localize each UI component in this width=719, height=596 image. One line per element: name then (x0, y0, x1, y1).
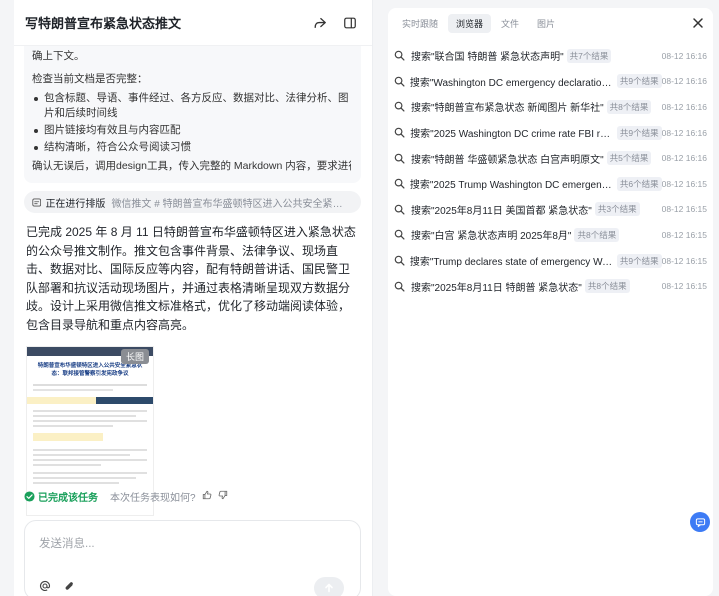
search-query: 搜索"特朗普 华盛顿紧急状态 白宫声明原文" (411, 154, 604, 166)
search-icon (394, 127, 407, 138)
search-query: 搜索"2025年8月11日 特朗普 紧急状态" (411, 282, 582, 294)
search-icon (394, 76, 407, 87)
tab-browser[interactable]: 浏览器 (448, 13, 492, 33)
timestamp: 08-12 16:15 (661, 255, 707, 266)
share-icon[interactable] (310, 13, 330, 33)
message-placeholder: 发送消息... (39, 538, 95, 550)
search-result-item[interactable]: 搜索"2025 Trump Washington DC emergency d.… (388, 171, 713, 197)
task-done-label: 已完成该任务 (38, 493, 98, 504)
task-status-row: 已完成该任务 本次任务表现如何? (24, 489, 228, 504)
result-count-badge: 共3个结果 (594, 202, 640, 217)
search-icon (394, 281, 408, 292)
thinking-text: 确认无误后，调用design工具，传入完整的 Markdown 内容，要求进行公… (32, 160, 351, 172)
result-count-badge: 共8个结果 (574, 227, 620, 242)
chat-header: 写特朗普宣布紧急状态推文 (14, 0, 372, 46)
search-history-list: 搜索"联合国 特朗普 紧急状态声明" 共7个结果 08-12 16:16 搜索"… (388, 43, 713, 299)
close-icon[interactable] (691, 16, 705, 30)
thumbs-down-icon[interactable] (218, 490, 228, 503)
thinking-text: 检查当前文档是否完整： (32, 73, 148, 85)
step-detail: 微信推文 # 特朗普宣布华盛顿特区进入公共安全紧急状态：联... (111, 198, 351, 210)
search-result-item[interactable]: 搜索"2025年8月11日 特朗普 紧急状态" 共8个结果 08-12 16:1… (388, 273, 713, 299)
tab-images[interactable]: 图片 (529, 14, 563, 33)
assistant-answer: 已完成 2025 年 8 月 11 日特朗普宣布华盛顿特区进入紧急状态的公众号推… (26, 225, 356, 332)
search-query: 搜索"白宫 紧急状态声明 2025年8月" (411, 231, 572, 243)
search-result-item[interactable]: 搜索"特朗普宣布紧急状态 新闻图片 新华社" 共8个结果 08-12 16:16 (388, 94, 713, 120)
search-icon (394, 255, 407, 266)
search-query: 搜索"Trump declares state of emergency Was… (409, 257, 614, 269)
search-result-item[interactable]: 搜索"Washington DC emergency declaration l… (388, 69, 713, 95)
search-result-item[interactable]: 搜索"白宫 紧急状态声明 2025年8月" 共8个结果 08-12 16:15 (388, 222, 713, 248)
search-icon (394, 50, 408, 61)
attachment-icon[interactable] (63, 579, 75, 596)
search-icon (394, 229, 408, 240)
search-icon (394, 178, 407, 189)
computer-panel: 实时跟随 浏览器 文件 图片 搜索"联合国 特朗普 紧急状态声明" 共7个结果 … (388, 8, 713, 596)
search-query: 搜索"2025 Trump Washington DC emergency d.… (409, 180, 614, 192)
search-icon (394, 204, 408, 215)
list-item: 包含标题、导语、事件经过、各方反应、数据对比、法律分析、图片和后续时间线 (32, 91, 351, 121)
timestamp: 08-12 16:15 (661, 229, 707, 240)
send-button[interactable] (314, 577, 344, 596)
app: 写特朗普宣布紧急状态推文 确上下文。 检查当前文档是否完整： 包含标题、导语、事… (0, 0, 719, 596)
long-image-tag: 长图 (120, 349, 149, 364)
panel-tabs: 实时跟随 浏览器 文件 图片 (388, 8, 713, 38)
result-count-badge: 共8个结果 (606, 99, 652, 114)
search-query: 搜索"联合国 特朗普 紧急状态声明" (411, 52, 564, 64)
design-tool-icon (32, 198, 42, 206)
feedback-question: 本次任务表现如何? (110, 493, 196, 504)
result-count-badge: 共9个结果 (616, 74, 662, 89)
timestamp: 08-12 16:16 (661, 50, 707, 61)
send-arrow-icon (325, 583, 333, 593)
timestamp: 08-12 16:15 (661, 281, 707, 292)
timestamp: 08-12 16:16 (661, 153, 707, 164)
search-icon (394, 153, 408, 164)
feedback-chat-button[interactable] (690, 512, 710, 532)
list-item: 图片链接均有效且与内容匹配 (32, 123, 351, 138)
check-circle-icon (24, 491, 35, 502)
timestamp: 08-12 16:16 (661, 76, 707, 87)
search-result-item[interactable]: 搜索"2025 Washington DC crime rate FBI rep… (388, 120, 713, 146)
thinking-text: 确上下文。 (32, 50, 85, 62)
timestamp: 08-12 16:16 (661, 127, 707, 138)
search-query: 搜索"2025年8月11日 美国首都 紧急状态" (411, 205, 592, 217)
chat-scroll[interactable]: 确上下文。 检查当前文档是否完整： 包含标题、导语、事件经过、各方反应、数据对比… (14, 46, 373, 516)
thinking-block: 确上下文。 检查当前文档是否完整： 包含标题、导语、事件经过、各方反应、数据对比… (24, 46, 361, 183)
message-input[interactable]: 发送消息... (24, 520, 361, 596)
search-icon (394, 101, 408, 113)
search-result-item[interactable]: 搜索"2025年8月11日 美国首都 紧急状态" 共3个结果 08-12 16:… (388, 197, 713, 223)
step-label: 正在进行排版 (45, 198, 106, 210)
input-toolbar (39, 579, 75, 596)
search-query: 搜索"特朗普宣布紧急状态 新闻图片 新华社" (411, 103, 604, 115)
task-title: 写特朗普宣布紧急状态推文 (25, 16, 182, 31)
tab-files[interactable]: 文件 (493, 14, 527, 33)
chat-bubble-icon (695, 517, 705, 527)
result-count-badge: 共7个结果 (566, 48, 612, 63)
result-count-badge: 共5个结果 (606, 151, 652, 166)
result-count-badge: 共8个结果 (584, 279, 630, 294)
result-count-badge: 共9个结果 (616, 253, 662, 268)
list-item: 结构清晰，符合公众号阅读习惯 (32, 140, 351, 155)
result-count-badge: 共6个结果 (616, 176, 662, 191)
tool-step-chip[interactable]: 正在进行排版 微信推文 # 特朗普宣布华盛顿特区进入公共安全紧急状态：联... (24, 191, 361, 213)
search-result-item[interactable]: 搜索"Trump declares state of emergency Was… (388, 248, 713, 274)
search-result-item[interactable]: 搜索"特朗普 华盛顿紧急状态 白宫声明原文" 共5个结果 08-12 16:16 (388, 145, 713, 171)
result-count-badge: 共9个结果 (616, 125, 662, 140)
mention-icon[interactable] (39, 579, 51, 596)
timestamp: 08-12 16:15 (661, 204, 707, 215)
tab-live-follow[interactable]: 实时跟随 (394, 14, 446, 33)
thumbs-up-icon[interactable] (202, 490, 212, 503)
timestamp: 08-12 16:16 (661, 101, 707, 112)
thinking-checklist: 包含标题、导语、事件经过、各方反应、数据对比、法律分析、图片和后续时间线 图片链… (32, 91, 351, 155)
search-query: 搜索"Washington DC emergency declaration l… (409, 77, 614, 89)
search-query: 搜索"2025 Washington DC crime rate FBI rep… (410, 129, 614, 141)
search-result-item[interactable]: 搜索"联合国 特朗普 紧急状态声明" 共7个结果 08-12 16:16 (388, 43, 713, 69)
timestamp: 08-12 16:15 (661, 178, 707, 189)
chat-panel: 写特朗普宣布紧急状态推文 确上下文。 检查当前文档是否完整： 包含标题、导语、事… (14, 0, 373, 596)
split-panel-icon[interactable] (340, 13, 360, 33)
